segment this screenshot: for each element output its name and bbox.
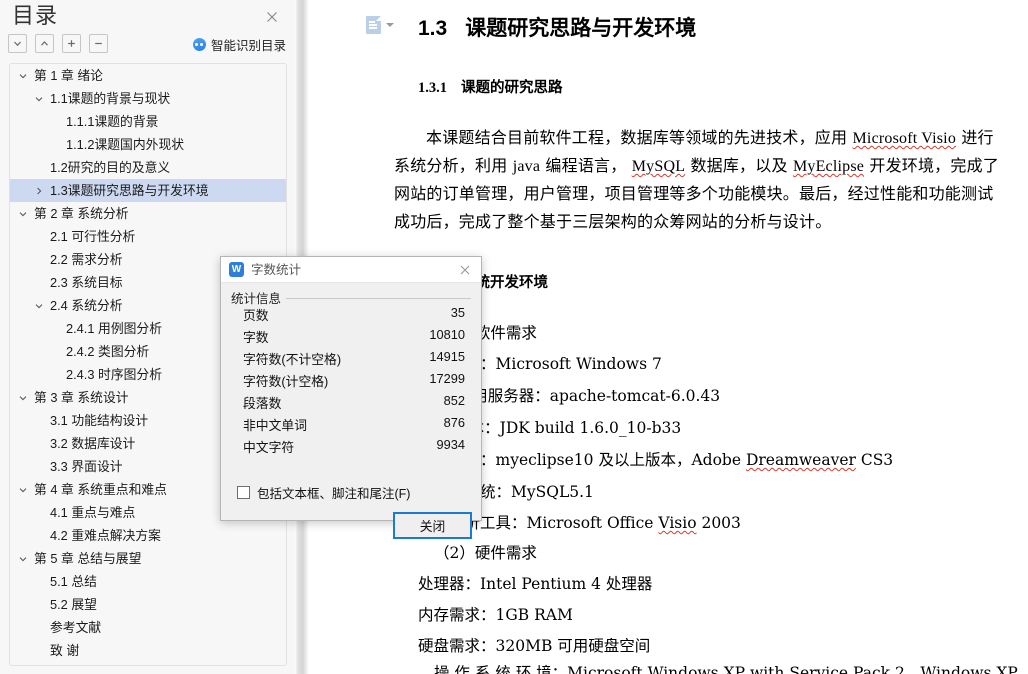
statistic-key: 非中文单词 [243, 418, 307, 433]
toc-item-label: 第 1 章 绪论 [34, 68, 103, 83]
hardware-section-label: （2）硬件需求 [434, 544, 537, 562]
statistic-row: 字数 10810 [243, 327, 465, 347]
toc-item-label: 第 2 章 系统分析 [34, 206, 129, 221]
smart-recognize-label: 智能识别目录 [210, 38, 286, 53]
chevron-down-icon[interactable] [16, 64, 30, 87]
statistic-key: 页数 [243, 308, 269, 323]
paragraph-line: 本课题结合目前软件工程，数据库等领域的先进技术，应用 Microsoft Vis… [426, 128, 994, 147]
chevron-down-icon[interactable] [16, 202, 30, 225]
statistic-row: 段落数 852 [243, 393, 465, 413]
statistic-row: 字符数(计空格) 17299 [243, 371, 465, 391]
statistic-value: 10810 [429, 327, 465, 342]
close-icon[interactable] [263, 8, 281, 26]
toc-item[interactable]: 致 谢 [10, 639, 286, 662]
include-textbox-checkbox[interactable]: 包括文本框、脚注和尾注(F) [237, 483, 410, 501]
statistic-value: 17299 [429, 371, 465, 386]
paragraph-line: 系统分析，利用 java 编程语言， MySQL 数据库，以及 MyEclips… [394, 156, 999, 175]
checkbox-label: 包括文本框、脚注和尾注(F) [257, 486, 411, 501]
close-icon[interactable] [457, 262, 473, 278]
toc-item[interactable]: 5.2 展望 [10, 593, 286, 616]
toc-item-label: 1.1.2课题国内外现状 [66, 137, 185, 152]
page-layout-icon[interactable] [366, 16, 394, 34]
toc-item-label: 4.2 重难点解决方案 [50, 528, 161, 543]
heading-text: 课题的研究思路 [461, 80, 563, 96]
toc-item-label: 1.1.1课题的背景 [66, 114, 159, 129]
page-title: 目录 [12, 3, 59, 28]
heading-1-3: 1.3 课题研究思路与开发环境 [418, 12, 696, 42]
close-button[interactable]: 关闭 [393, 512, 472, 539]
toc-item[interactable]: 2.1 可行性分析 [10, 225, 286, 248]
statistic-value: 876 [443, 415, 465, 430]
toc-item-label: 1.3课题研究思路与开发环境 [50, 183, 209, 198]
toc-item[interactable]: 第 2 章 系统分析 [10, 202, 286, 225]
chevron-down-icon[interactable] [16, 478, 30, 501]
toc-item[interactable]: 1.1.2课题国内外现状 [10, 133, 286, 156]
toc-item[interactable]: 1.3课题研究思路与开发环境 [10, 179, 286, 202]
toc-item[interactable]: 1.1.1课题的背景 [10, 110, 286, 133]
dialog-titlebar[interactable]: W 字数统计 [221, 257, 481, 283]
toc-item-label: 第 5 章 总结与展望 [34, 551, 142, 566]
navigation-toolbar: 智能识别目录 [0, 32, 295, 60]
hardware-line: 硬盘需求：320MB 可用硬盘空间 [418, 637, 651, 655]
group-label: 统计信息 [231, 288, 287, 307]
statistic-key: 字数 [243, 330, 269, 345]
paragraph-line: 成功后，完成了整个基于三层架构的众筹网站的分析与设计。 [394, 212, 832, 231]
statistic-value: 14915 [429, 349, 465, 364]
heading-number: 1.3 [418, 17, 448, 40]
navigation-header: 目录 [0, 0, 295, 30]
paragraph-line: 网站的订单管理，用户管理，项目管理等多个功能模块。最后，经过性能和功能测试 [394, 184, 994, 203]
toc-item-label: 5.2 展望 [50, 597, 97, 612]
statistic-row: 字符数(不计空格) 14915 [243, 349, 465, 369]
statistics-group: 统计信息 页数 35 字数 10810 字符数(不计空格) 14915 字符数(计空格) 17… [221, 283, 481, 539]
dialog-title: 字数统计 [251, 263, 302, 277]
toc-item[interactable]: 参考文献 [10, 616, 286, 639]
chevron-down-icon[interactable] [32, 294, 46, 317]
smart-recognize-toc-button[interactable]: 智能识别目录 [192, 35, 286, 53]
statistic-value: 9934 [436, 437, 465, 452]
partial-line: 操 作 系 统 环 境：Microsoft Windows XP with Se… [434, 664, 1018, 674]
word-count-dialog[interactable]: W 字数统计 统计信息 页数 35 字数 10810 字符数(不计空格) 14915 字符数… [220, 256, 482, 539]
collapse-all-button[interactable] [8, 34, 27, 53]
chevron-down-icon[interactable] [16, 547, 30, 570]
increase-level-button[interactable] [62, 34, 81, 53]
heading-text: 课题研究思路与开发环境 [465, 17, 697, 40]
chevron-down-icon[interactable] [32, 87, 46, 110]
statistic-key: 段落数 [243, 396, 282, 411]
chevron-down-icon[interactable] [386, 23, 394, 27]
statistic-value: 35 [450, 305, 465, 320]
statistic-key: 字符数(计空格) [243, 374, 329, 389]
chevron-down-icon[interactable] [16, 386, 30, 409]
toc-item[interactable]: 5.1 总结 [10, 570, 286, 593]
statistic-key: 中文字符 [243, 440, 295, 455]
page-icon [366, 16, 381, 34]
chevron-right-icon[interactable] [32, 179, 46, 202]
statistic-key: 字符数(不计空格) [243, 352, 342, 367]
wps-app-icon: W [229, 262, 244, 277]
toc-item-label: 2.1 可行性分析 [50, 229, 136, 244]
toc-item[interactable]: 第 1 章 绪论 [10, 64, 286, 87]
toc-item-label: 致 谢 [50, 643, 80, 658]
toc-item[interactable]: 1.2研究的目的及意义 [10, 156, 286, 179]
smart-recognize-icon [192, 37, 206, 51]
toc-item[interactable]: 第 5 章 总结与展望 [10, 547, 286, 570]
toc-item-label: 5.1 总结 [50, 574, 97, 589]
software-line: 开发工具：myeclipse10 及以上版本，Adobe Dreamweaver… [418, 451, 894, 469]
heading-number: 1.3.1 [418, 80, 447, 96]
hardware-line: 处理器：Intel Pentium 4 处理器 [418, 575, 653, 593]
statistic-row: 非中文单词 876 [243, 415, 465, 435]
toc-item[interactable]: 4.2 重难点解决方案 [10, 524, 286, 547]
toc-item-label: 参考文献 [50, 620, 102, 635]
toc-item-label: 1.1课题的背景与现状 [50, 91, 171, 106]
expand-all-button[interactable] [35, 34, 54, 53]
statistic-row: 页数 35 [243, 305, 465, 325]
decrease-level-button[interactable] [89, 34, 108, 53]
statistic-value: 852 [443, 393, 465, 408]
heading-1-3-1: 1.3.1 课题的研究思路 [418, 76, 563, 97]
checkbox-box[interactable] [237, 485, 250, 499]
toc-item-label: 1.2研究的目的及意义 [50, 160, 171, 175]
statistic-row: 中文字符 9934 [243, 437, 465, 457]
hardware-line: 内存需求：1GB RAM [418, 606, 573, 624]
toc-item[interactable]: 1.1课题的背景与现状 [10, 87, 286, 110]
